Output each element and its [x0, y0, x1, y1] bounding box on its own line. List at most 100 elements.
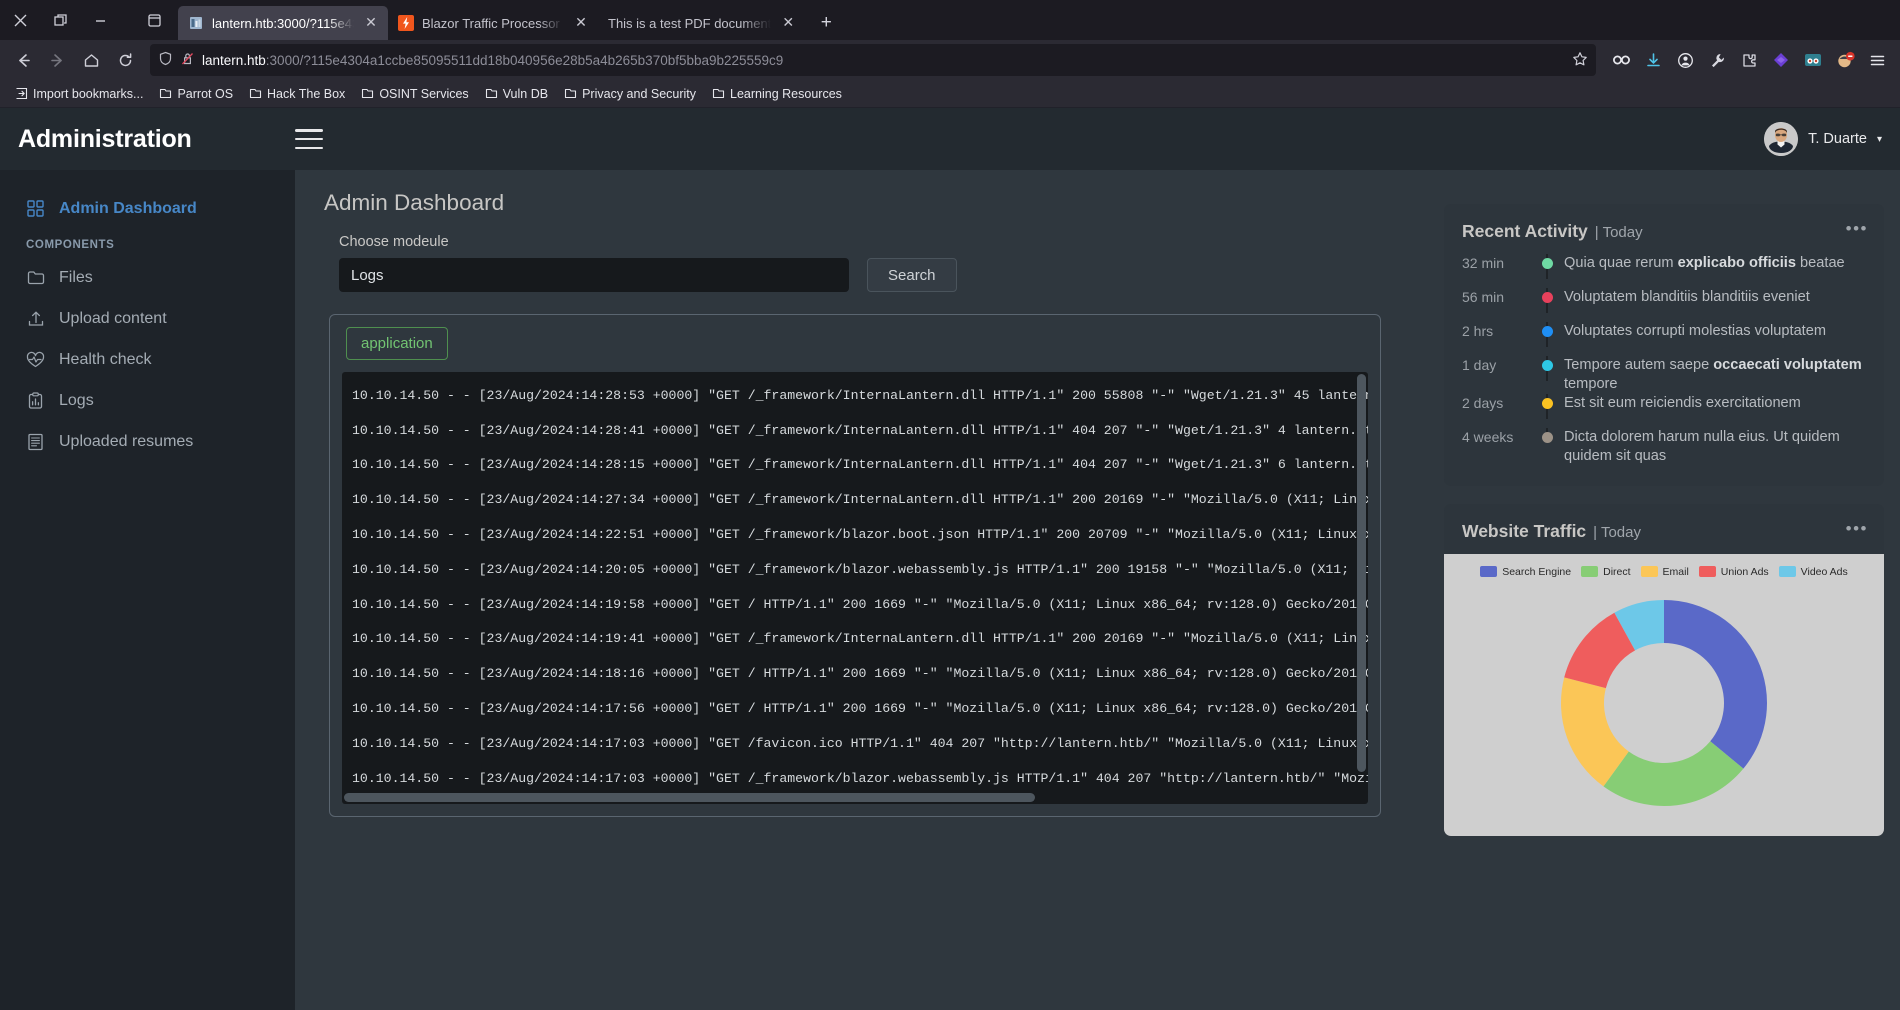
- log-horizontal-scrollbar[interactable]: [344, 793, 1360, 802]
- legend-item[interactable]: Direct: [1581, 565, 1631, 578]
- bookmarks-bar: Import bookmarks... Parrot OS Hack The B…: [0, 80, 1900, 108]
- reload-icon[interactable]: [110, 45, 140, 75]
- recent-activity-card: Recent Activity | Today ••• 32 min Quia …: [1444, 204, 1884, 486]
- sidebar-item-logs[interactable]: Logs: [0, 380, 295, 421]
- log-line: 10.10.14.50 - - [23/Aug/2024:14:28:15 +0…: [352, 457, 1368, 473]
- legend-label: Direct: [1603, 565, 1631, 578]
- app-brand: Administration: [18, 124, 192, 153]
- activity-text: Voluptatem blanditiis blanditiis eveniet: [1564, 289, 1810, 305]
- donut-chart: Search Engine Direct Email Union Ads Vid…: [1444, 553, 1884, 836]
- heart-pulse-icon: [26, 350, 45, 369]
- sidebar-item-uploaded-resumes[interactable]: Uploaded resumes: [0, 421, 295, 462]
- app-menu-icon[interactable]: [1862, 45, 1892, 75]
- legend-item[interactable]: Union Ads: [1698, 565, 1769, 578]
- tab-blazor[interactable]: Blazor Traffic Processor - ✕: [388, 6, 598, 40]
- log-line: 10.10.14.50 - - [23/Aug/2024:14:17:03 +0…: [352, 770, 1368, 786]
- sidebar-item-health-check[interactable]: Health check: [0, 339, 295, 380]
- bookmark-learning-resources[interactable]: Learning Resources: [705, 84, 849, 104]
- extension-icon[interactable]: [1734, 45, 1764, 75]
- activity-text: Voluptates corrupti molestias voluptatem: [1564, 323, 1827, 339]
- folder-icon: [565, 88, 577, 99]
- new-tab-button[interactable]: +: [811, 8, 841, 38]
- tab-lantern[interactable]: lantern.htb:3000/?115e43 ✕: [178, 6, 388, 40]
- close-icon[interactable]: ✕: [362, 14, 380, 32]
- legend-label: Union Ads: [1720, 565, 1769, 578]
- module-input[interactable]: [339, 258, 849, 292]
- activity-track: [1536, 254, 1558, 279]
- bookmark-star-icon[interactable]: [1572, 51, 1588, 70]
- log-line: 10.10.14.50 - - [23/Aug/2024:14:22:51 +0…: [352, 526, 1368, 542]
- hamburger-icon[interactable]: [295, 129, 323, 149]
- main-content: Admin Dashboard Choose modeule Search ap…: [295, 170, 1900, 1010]
- folder-icon: [712, 88, 725, 99]
- shield-icon[interactable]: [158, 51, 173, 69]
- log-line: 10.10.14.50 - - [23/Aug/2024:14:17:03 +0…: [352, 735, 1368, 751]
- status-dot: [1541, 431, 1553, 443]
- close-icon[interactable]: ✕: [779, 14, 797, 32]
- bookmark-osint-services[interactable]: OSINT Services: [354, 84, 475, 104]
- bookmark-vuln-db[interactable]: Vuln DB: [478, 84, 555, 104]
- card-menu-icon[interactable]: •••: [1846, 520, 1868, 537]
- bookmark-label: Import bookmarks...: [33, 86, 144, 101]
- window-restore-icon[interactable]: [48, 8, 72, 32]
- card-subtitle: | Today: [1593, 523, 1641, 541]
- insecure-lock-icon[interactable]: [180, 51, 195, 69]
- activity-time: 4 weeks: [1462, 428, 1514, 445]
- chevron-down-icon[interactable]: ▾: [1877, 134, 1882, 145]
- window-controls: [0, 0, 166, 40]
- log-vertical-scrollbar[interactable]: [1357, 374, 1366, 789]
- donut-svg[interactable]: [1549, 588, 1779, 818]
- document-icon: [26, 432, 45, 451]
- home-icon[interactable]: [76, 45, 106, 75]
- legend-swatch: [1480, 566, 1498, 578]
- list-item: 2 days Est sit eum reiciendis exercitati…: [1462, 393, 1866, 428]
- blocker-extension-icon[interactable]: [1830, 45, 1860, 75]
- search-button[interactable]: Search: [867, 258, 957, 292]
- activity-text: Est sit eum reiciendis exercitationem: [1564, 394, 1801, 411]
- legend-item[interactable]: Video Ads: [1778, 566, 1848, 578]
- folder-icon: [249, 88, 262, 99]
- diamond-icon[interactable]: [1766, 45, 1796, 75]
- activity-text: Quia quae rerum explicabo officiis beata…: [1564, 255, 1845, 271]
- activity-track: [1536, 427, 1558, 443]
- legend-item[interactable]: Search Engine: [1480, 566, 1571, 578]
- website-traffic-card: Website Traffic | Today ••• Search Engin…: [1444, 503, 1884, 836]
- folder-icon: [26, 268, 45, 287]
- list-item: 4 weeks Dicta dolorem harum nulla eius. …: [1462, 427, 1866, 466]
- bookmark-import[interactable]: Import bookmarks...: [8, 84, 150, 104]
- infinity-icon[interactable]: [1606, 45, 1636, 75]
- bookmark-hack-the-box[interactable]: Hack The Box: [242, 84, 352, 104]
- website-traffic-header: Website Traffic | Today •••: [1444, 504, 1884, 554]
- legend-label: Search Engine: [1502, 565, 1572, 578]
- user-menu[interactable]: T. Duarte ▾: [1764, 122, 1900, 156]
- vertical-tabs-icon[interactable]: [142, 8, 166, 32]
- sidebar-item-admin-dashboard[interactable]: Admin Dashboard: [0, 188, 295, 229]
- log-output[interactable]: 10.10.14.50 - - [23/Aug/2024:14:28:53 +0…: [342, 372, 1368, 804]
- window-close-icon[interactable]: [8, 8, 32, 32]
- bookmark-privacy-and-security[interactable]: Privacy and Security: [557, 84, 703, 104]
- back-icon[interactable]: [8, 45, 38, 75]
- bookmark-label: Parrot OS: [177, 86, 234, 101]
- account-icon[interactable]: [1670, 45, 1700, 75]
- close-icon[interactable]: ✕: [572, 14, 590, 32]
- forward-icon[interactable]: [42, 45, 72, 75]
- tab-pdf[interactable]: This is a test PDF document ✕: [598, 6, 805, 40]
- donut-slice[interactable]: [1664, 599, 1767, 769]
- bookmark-parrot-os[interactable]: Parrot OS: [152, 84, 240, 104]
- module-search-row: Search: [339, 258, 1426, 292]
- legend-item[interactable]: Email: [1640, 566, 1689, 578]
- sidebar-item-upload-content[interactable]: Upload content: [0, 298, 295, 339]
- log-source-chip[interactable]: application: [346, 327, 448, 360]
- address-bar[interactable]: lantern.htb:3000/?115e4304a1ccbe85095511…: [150, 44, 1596, 76]
- log-line: 10.10.14.50 - - [23/Aug/2024:14:17:56 +0…: [352, 700, 1368, 716]
- sidebar-item-files[interactable]: Files: [0, 257, 295, 298]
- activity-time: 2 days: [1462, 394, 1504, 411]
- download-icon[interactable]: [1638, 45, 1668, 75]
- mask-extension-icon[interactable]: [1798, 45, 1828, 75]
- window-minimize-icon[interactable]: [88, 8, 112, 32]
- sidebar-item-label: Uploaded resumes: [59, 432, 194, 450]
- card-menu-icon[interactable]: •••: [1846, 220, 1868, 237]
- list-item: 32 min Quia quae rerum explicabo officii…: [1462, 254, 1866, 288]
- sidebar-item-label: Logs: [59, 391, 94, 409]
- wrench-icon[interactable]: [1702, 45, 1732, 75]
